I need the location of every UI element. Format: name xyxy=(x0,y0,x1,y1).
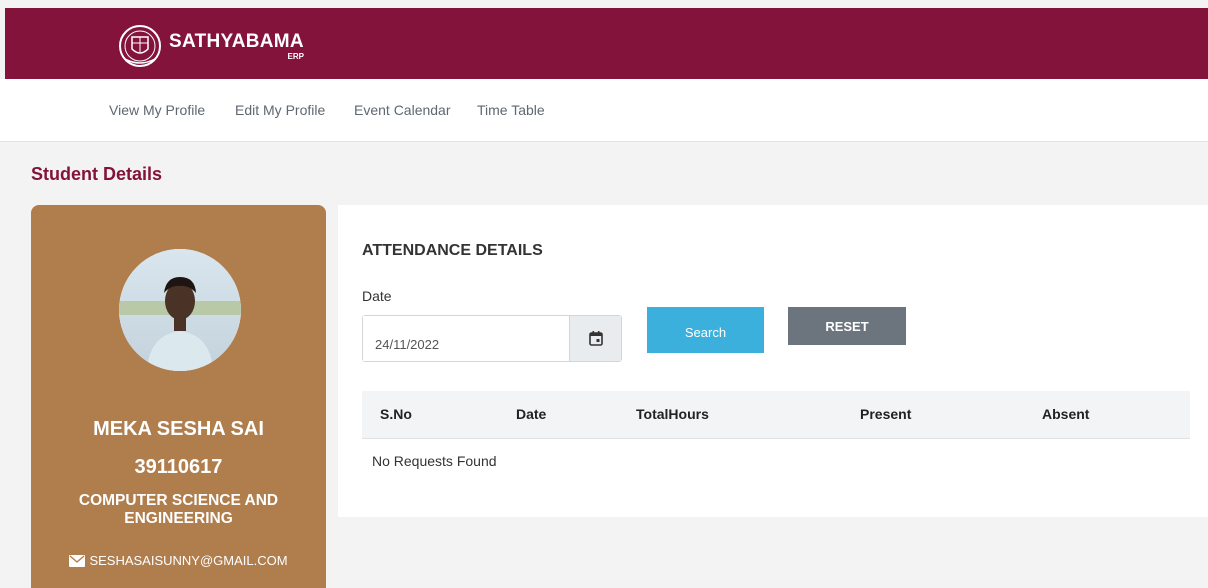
student-name: MEKA SESHA SAI xyxy=(93,418,264,440)
table-empty-message: No Requests Found xyxy=(372,453,497,469)
secondary-nav: View My Profile Edit My Profile Event Ca… xyxy=(0,79,1208,142)
column-header-date: Date xyxy=(516,406,547,422)
sathyabama-logo[interactable]: SATHYABAMA ERP xyxy=(117,23,304,69)
reset-button[interactable]: RESET xyxy=(788,307,906,345)
brand-subtitle: ERP xyxy=(287,52,304,61)
nav-event-calendar[interactable]: Event Calendar xyxy=(354,102,451,118)
student-email-row: SESHASAISUNNY@GMAIL.COM xyxy=(31,553,326,568)
attendance-panel: ATTENDANCE DETAILS Date Search RESET S.N… xyxy=(338,205,1208,517)
attendance-title: ATTENDANCE DETAILS xyxy=(362,242,543,259)
top-header-bar: SATHYABAMA ERP xyxy=(5,8,1208,79)
date-label: Date xyxy=(362,288,392,304)
avatar xyxy=(119,249,241,371)
column-header-sno: S.No xyxy=(380,406,412,422)
calendar-icon xyxy=(588,331,603,346)
calendar-button[interactable] xyxy=(569,316,621,361)
column-header-totalhours: TotalHours xyxy=(636,406,709,422)
student-email: SESHASAISUNNY@GMAIL.COM xyxy=(89,553,288,568)
nav-time-table[interactable]: Time Table xyxy=(477,102,545,118)
page-title: Student Details xyxy=(31,164,163,184)
student-department: COMPUTER SCIENCE AND ENGINEERING xyxy=(78,492,279,527)
date-picker xyxy=(362,315,622,362)
mail-icon xyxy=(69,554,86,567)
profile-card: MEKA SESHA SAI 39110617 COMPUTER SCIENCE… xyxy=(31,205,326,588)
column-header-absent: Absent xyxy=(1042,406,1090,422)
university-seal-icon xyxy=(119,25,161,67)
column-header-present: Present xyxy=(860,406,912,422)
nav-edit-my-profile[interactable]: Edit My Profile xyxy=(235,102,325,118)
date-input[interactable] xyxy=(363,316,570,361)
attendance-table-header: S.No Date TotalHours Present Absent xyxy=(362,391,1190,439)
student-id: 39110617 xyxy=(134,456,223,478)
avatar-photo xyxy=(119,249,241,371)
brand-name: SATHYABAMA xyxy=(169,31,304,52)
search-button[interactable]: Search xyxy=(647,307,764,353)
nav-view-my-profile[interactable]: View My Profile xyxy=(109,102,205,118)
